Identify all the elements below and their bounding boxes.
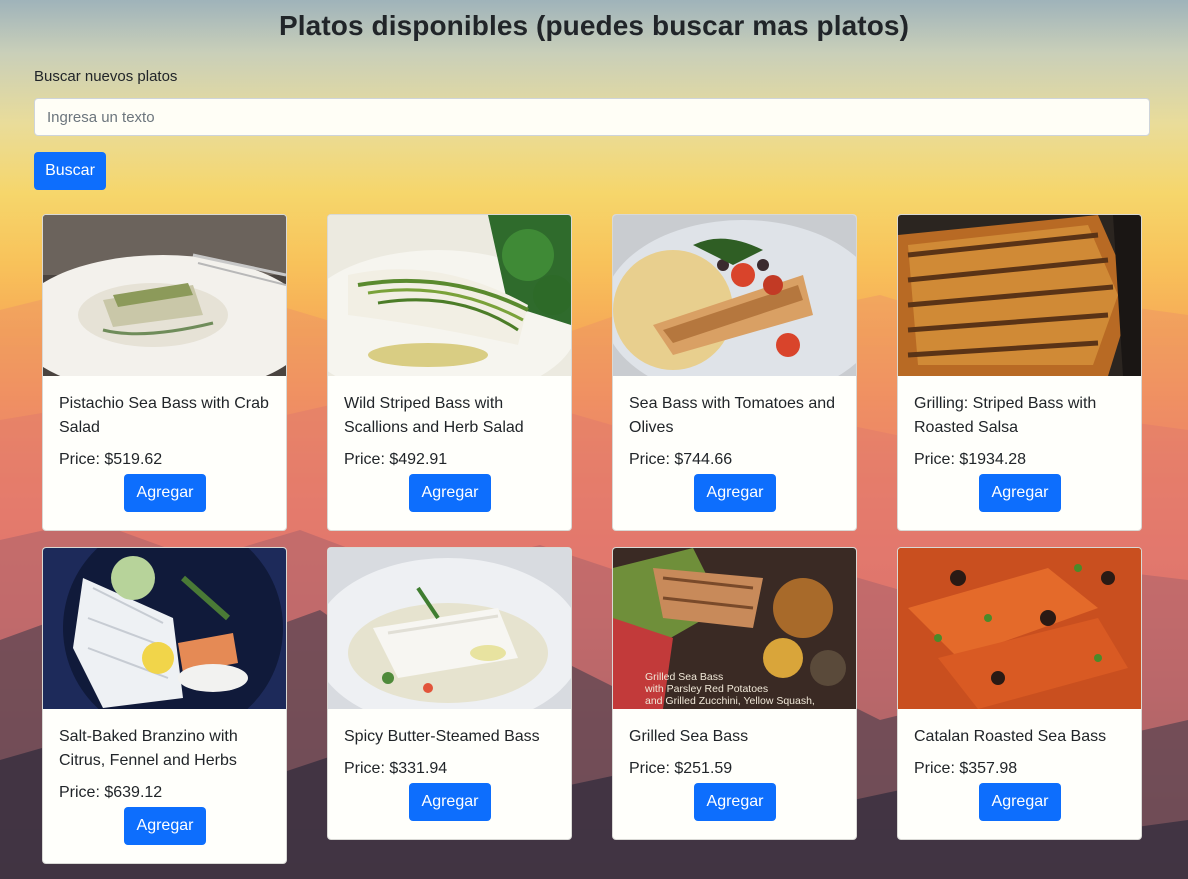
dish-title: Catalan Roasted Sea Bass [914, 728, 1107, 745]
dish-title: Sea Bass with Tomatoes and Olives [629, 395, 836, 436]
fish-in-tomato-sauce-image [898, 548, 1141, 709]
dish-price: Price: $1934.28 [914, 451, 1027, 468]
dish-card: Pistachio Sea Bass with Crab Salad Price… [42, 214, 287, 531]
card-body: Sea Bass with Tomatoes and Olives Price:… [613, 376, 856, 530]
dish-card: Grilled Sea Bass with Parsley Red Potato… [612, 547, 857, 840]
fish-in-broth-image [328, 548, 571, 709]
add-button[interactable]: Agregar [124, 474, 206, 512]
plated-fish-pistachio-image [43, 215, 286, 376]
add-button[interactable]: Agregar [694, 474, 776, 512]
card-body: Wild Striped Bass with Scallions and Her… [328, 376, 571, 530]
dish-title: Grilled Sea Bass [629, 728, 749, 745]
plated-fish-citrus-image [43, 548, 286, 709]
dish-card: Salt-Baked Branzino with Citrus, Fennel … [42, 547, 287, 864]
dish-card: Spicy Butter-Steamed Bass Price: $331.94… [327, 547, 572, 840]
page-container: Platos disponibles (puedes buscar mas pl… [0, 0, 1188, 864]
plated-fish-tomatoes-image [613, 215, 856, 376]
image-caption-line-1: Grilled Sea Bass [645, 671, 723, 683]
add-button[interactable]: Agregar [979, 474, 1061, 512]
card-body: Grilled Sea Bass Price: $251.59 Agregar [613, 709, 856, 839]
add-button[interactable]: Agregar [979, 783, 1061, 821]
dish-price: Price: $357.98 [914, 760, 1018, 777]
dish-price: Price: $331.94 [344, 760, 448, 777]
dish-title: Grilling: Striped Bass with Roasted Sals… [914, 395, 1097, 436]
card-body: Salt-Baked Branzino with Citrus, Fennel … [43, 709, 286, 863]
dish-price: Price: $639.12 [59, 784, 163, 801]
dish-title: Salt-Baked Branzino with Citrus, Fennel … [59, 728, 238, 769]
image-caption-line-2: with Parsley Red Potatoes [644, 683, 768, 695]
card-body: Catalan Roasted Sea Bass Price: $357.98 … [898, 709, 1141, 839]
grilled-sea-bass-photo-image: Grilled Sea Bass with Parsley Red Potato… [613, 548, 856, 709]
add-button[interactable]: Agregar [409, 474, 491, 512]
dish-price: Price: $744.66 [629, 451, 733, 468]
add-button[interactable]: Agregar [694, 783, 776, 821]
dish-card: Sea Bass with Tomatoes and Olives Price:… [612, 214, 857, 531]
search-label: Buscar nuevos platos [34, 68, 178, 85]
card-body: Grilling: Striped Bass with Roasted Sals… [898, 376, 1141, 530]
card-body: Pistachio Sea Bass with Crab Salad Price… [43, 376, 286, 530]
dish-card: Wild Striped Bass with Scallions and Her… [327, 214, 572, 531]
dish-title: Wild Striped Bass with Scallions and Her… [344, 395, 524, 436]
dish-title: Pistachio Sea Bass with Crab Salad [59, 395, 269, 436]
dish-title: Spicy Butter-Steamed Bass [344, 728, 540, 745]
add-button[interactable]: Agregar [409, 783, 491, 821]
search-button[interactable]: Buscar [34, 152, 106, 190]
page-title: Platos disponibles (puedes buscar mas pl… [279, 10, 909, 41]
dish-card: Catalan Roasted Sea Bass Price: $357.98 … [897, 547, 1142, 840]
dish-price: Price: $492.91 [344, 451, 448, 468]
plated-fish-scallions-image [328, 215, 571, 376]
grilled-fish-image [898, 215, 1141, 376]
dish-card: Grilling: Striped Bass with Roasted Sals… [897, 214, 1142, 531]
search-input[interactable] [34, 98, 1150, 136]
dish-price: Price: $251.59 [629, 760, 733, 777]
add-button[interactable]: Agregar [124, 807, 206, 845]
card-body: Spicy Butter-Steamed Bass Price: $331.94… [328, 709, 571, 839]
dish-grid: Pistachio Sea Bass with Crab Salad Price… [42, 214, 1154, 864]
image-caption-line-3: and Grilled Zucchini, Yellow Squash, [645, 695, 815, 707]
dish-price: Price: $519.62 [59, 451, 163, 468]
